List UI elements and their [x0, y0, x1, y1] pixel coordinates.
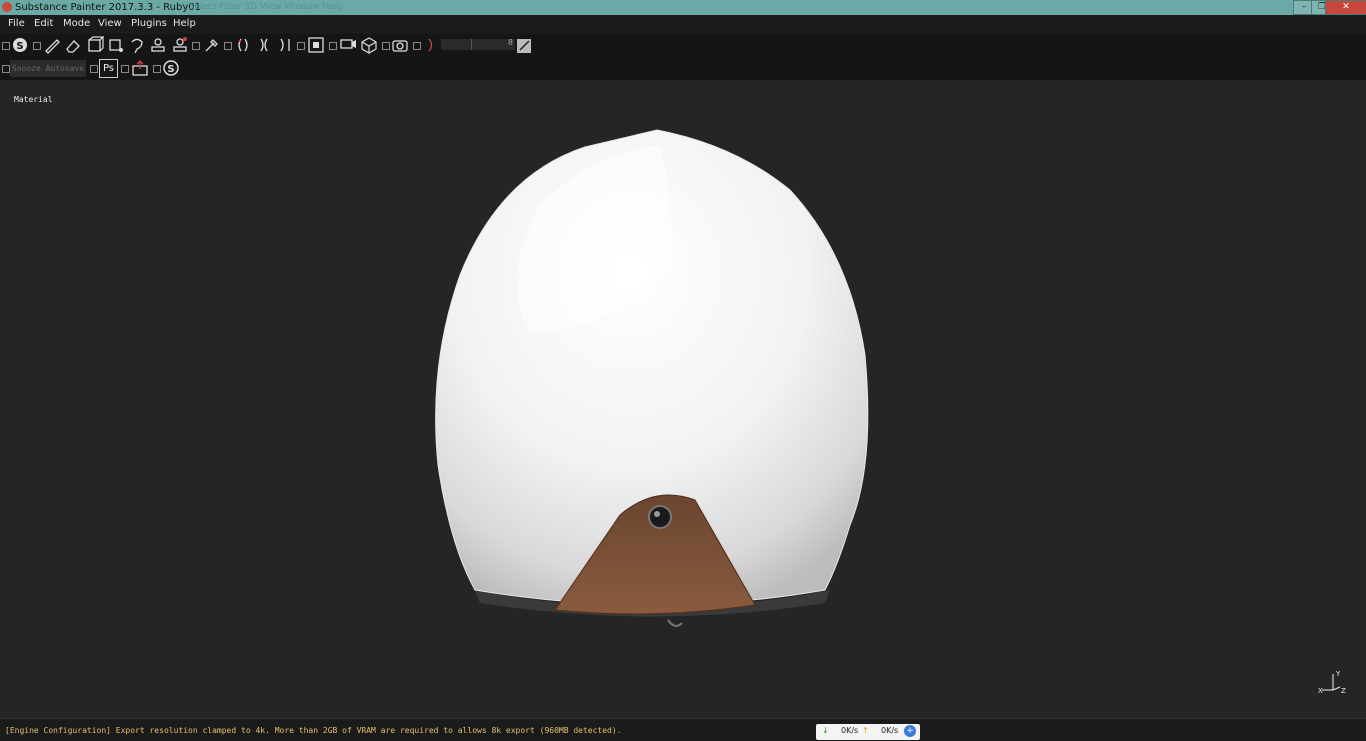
brush-size-value: 8	[507, 38, 513, 47]
close-button[interactable]: ✕	[1325, 0, 1366, 15]
viewport-mode-label: Material	[14, 95, 53, 104]
photoshop-export-button[interactable]: Ps	[99, 59, 118, 78]
smudge-icon[interactable]	[128, 36, 146, 54]
menu-file[interactable]: File	[8, 18, 25, 29]
lazy-mouse-icon[interactable]	[423, 36, 441, 54]
projection-icon[interactable]	[86, 36, 105, 54]
app-logo-icon	[2, 2, 12, 12]
axis-x-label: X	[1318, 687, 1323, 695]
menu-view[interactable]: View	[98, 18, 122, 29]
camera-cube-icon[interactable]	[307, 36, 325, 54]
upload-arrow-icon: ↑	[862, 726, 869, 735]
menu-plugins[interactable]: Plugins	[131, 18, 167, 29]
upload-speed: 0K/s	[881, 726, 899, 735]
snooze-autosave-button[interactable]: Snooze Autosave	[10, 60, 86, 77]
polygon-fill-icon[interactable]	[107, 36, 125, 54]
popout-icon[interactable]	[33, 42, 41, 50]
popout-icon[interactable]	[413, 42, 421, 50]
window-title: Substance Painter 2017.3.3 - Ruby01	[15, 2, 201, 13]
secondary-toolbar: Snooze Autosave Ps S	[0, 57, 1366, 80]
brush-size-slider[interactable]: 8	[441, 38, 515, 50]
tools-toolbar: S 8	[0, 34, 1366, 57]
eraser-icon[interactable]	[64, 36, 82, 54]
popout-icon[interactable]	[2, 65, 10, 73]
popout-icon[interactable]	[192, 42, 200, 50]
screenshot-camera-icon[interactable]	[391, 36, 409, 54]
export-share-icon[interactable]	[131, 59, 149, 77]
popout-icon[interactable]	[382, 42, 390, 50]
network-speed-widget[interactable]: ↓ 0K/s ↑ 0K/s +	[816, 724, 920, 740]
3d-viewport[interactable]: Material Y X Z	[0, 80, 1366, 718]
menu-edit[interactable]: Edit	[34, 18, 53, 29]
3d-cube-icon[interactable]	[360, 36, 378, 54]
menu-bar: File Edit Mode View Plugins Help	[0, 15, 1366, 34]
status-message: [Engine Configuration] Export resolution…	[5, 726, 622, 735]
popout-icon[interactable]	[329, 42, 337, 50]
symmetry-axis-icon[interactable]	[276, 36, 294, 54]
ghost-menu-text: ...Select Filter 3D View Window Help	[180, 2, 343, 12]
svg-text:S: S	[167, 64, 174, 75]
symmetry-icon[interactable]	[234, 36, 252, 54]
menu-mode[interactable]: Mode	[63, 18, 90, 29]
popout-icon[interactable]	[121, 65, 129, 73]
title-bar: Substance Painter 2017.3.3 - Ruby01 ...S…	[0, 0, 1366, 15]
substance-share-icon[interactable]: S	[162, 59, 180, 77]
download-arrow-icon: ↓	[822, 726, 829, 735]
substance-logo-icon[interactable]: S	[11, 36, 29, 54]
menu-help[interactable]: Help	[173, 18, 196, 29]
popout-icon[interactable]	[2, 42, 10, 50]
accelerator-icon[interactable]: +	[904, 725, 916, 737]
popout-icon[interactable]	[297, 42, 305, 50]
helmet-3d-model[interactable]	[420, 125, 890, 645]
pen-pressure-icon[interactable]	[516, 36, 531, 54]
axis-z-label: Z	[1341, 687, 1346, 695]
axis-gizmo: Y X Z	[1318, 670, 1346, 695]
popout-icon[interactable]	[90, 65, 98, 73]
status-bar: [Engine Configuration] Export resolution…	[0, 718, 1366, 741]
color-picker-icon[interactable]	[202, 36, 220, 54]
material-picker-icon[interactable]	[171, 36, 189, 54]
svg-text:S: S	[16, 41, 23, 52]
screen-display-icon[interactable]	[339, 36, 357, 54]
clone-stamp-icon[interactable]	[149, 36, 167, 54]
popout-icon[interactable]	[153, 65, 161, 73]
axis-y-label: Y	[1335, 670, 1341, 678]
symmetry-mirror-icon[interactable]	[255, 36, 273, 54]
paint-brush-icon[interactable]	[43, 36, 61, 54]
download-speed: 0K/s	[841, 726, 859, 735]
popout-icon[interactable]	[224, 42, 232, 50]
